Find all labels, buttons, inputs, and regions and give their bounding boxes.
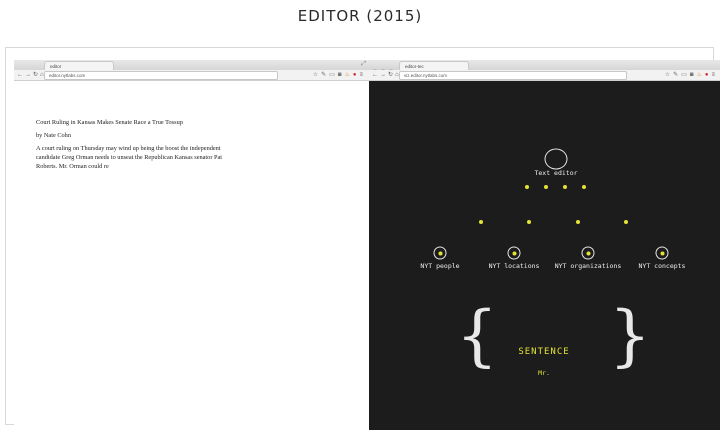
address-bar-text: viz.editor.nytlabs.com: [404, 73, 448, 78]
category-label-concepts: NYT concepts: [638, 262, 686, 270]
tab-label: editor-tec: [405, 64, 424, 69]
fire-icon[interactable]: ♨: [344, 72, 352, 78]
left-brace-icon: {: [456, 297, 498, 374]
root-node-circle[interactable]: [544, 148, 568, 170]
pen-icon[interactable]: ✎: [673, 72, 681, 78]
bookmark-star-icon[interactable]: ☆: [313, 72, 321, 78]
connector-dot: [563, 185, 567, 189]
nav-buttons: ←→↻⌂: [372, 71, 401, 78]
extension-icons: ☆✎▭◙♨●≡: [313, 71, 366, 78]
extension-icons: ☆✎▭◙♨●≡: [665, 71, 718, 78]
address-bar-text: editor.nytlabs.com: [49, 73, 86, 78]
connector-dot: [576, 220, 580, 224]
category-node-organizations[interactable]: [581, 246, 595, 260]
connector-dot: [525, 185, 529, 189]
forward-icon[interactable]: →: [25, 72, 33, 78]
entity-visualization: Text editor NYT people NYT locations NYT…: [369, 80, 720, 430]
browser-window-editor: editor ⤢ ←→↻⌂ editor.nytlabs.com ☆✎▭◙♨●≡…: [14, 60, 370, 430]
article-body: A court ruling on Thursday may wind up b…: [36, 145, 223, 170]
connector-dot: [582, 185, 586, 189]
browser-toolbar: ←→↻⌂ editor.nytlabs.com ☆✎▭◙♨●≡: [14, 70, 370, 81]
extension-icon[interactable]: ▭: [681, 72, 690, 78]
category-label-organizations: NYT organizations: [554, 262, 622, 270]
expand-icon[interactable]: ⤢: [361, 61, 366, 68]
fire-icon[interactable]: ♨: [696, 72, 704, 78]
connector-dot: [479, 220, 483, 224]
address-bar[interactable]: viz.editor.nytlabs.com: [399, 71, 627, 80]
reload-icon[interactable]: ↻: [33, 72, 40, 78]
browser-window-visualization: editor-tec ←→↻⌂ viz.editor.nytlabs.com ☆…: [369, 60, 720, 430]
address-bar[interactable]: editor.nytlabs.com: [44, 71, 278, 80]
connector-dot: [544, 185, 548, 189]
category-node-people[interactable]: [433, 246, 447, 260]
category-label-people: NYT people: [420, 262, 460, 270]
tab-editor-tec[interactable]: editor-tec: [399, 61, 469, 70]
pen-icon[interactable]: ✎: [321, 72, 329, 78]
article-byline: by Nate Cohn: [36, 132, 71, 139]
menu-icon[interactable]: ≡: [711, 72, 718, 78]
connector-dot: [624, 220, 628, 224]
category-node-locations[interactable]: [507, 246, 521, 260]
tab-label: editor: [50, 64, 62, 69]
tab-editor[interactable]: editor: [44, 61, 114, 70]
bookmark-star-icon[interactable]: ☆: [665, 72, 673, 78]
root-node-label: Text editor: [534, 169, 578, 177]
reload-icon[interactable]: ↻: [388, 72, 395, 78]
category-label-locations: NYT locations: [488, 262, 540, 270]
back-icon[interactable]: ←: [372, 72, 380, 78]
screenshot-frame: editor ⤢ ←→↻⌂ editor.nytlabs.com ☆✎▭◙♨●≡…: [5, 47, 720, 430]
right-brace-icon: }: [609, 297, 651, 374]
menu-icon[interactable]: ≡: [359, 72, 366, 78]
connector-dot: [527, 220, 531, 224]
article-text-area[interactable]: Court Ruling in Kansas Makes Senate Race…: [36, 118, 236, 175]
tab-strip: editor-tec: [369, 60, 720, 75]
extension-icon[interactable]: ▭: [329, 72, 338, 78]
sentence-heading: SENTENCE: [518, 347, 570, 357]
forward-icon[interactable]: →: [380, 72, 388, 78]
article-headline: Court Ruling in Kansas Makes Senate Race…: [36, 119, 183, 126]
back-icon[interactable]: ←: [17, 72, 25, 78]
tab-strip: editor ⤢: [14, 60, 370, 75]
sentence-current-word: Mr.: [538, 369, 550, 377]
page-title: EDITOR (2015): [297, 7, 423, 25]
category-node-concepts[interactable]: [655, 246, 669, 260]
nav-buttons: ←→↻⌂: [17, 71, 46, 78]
